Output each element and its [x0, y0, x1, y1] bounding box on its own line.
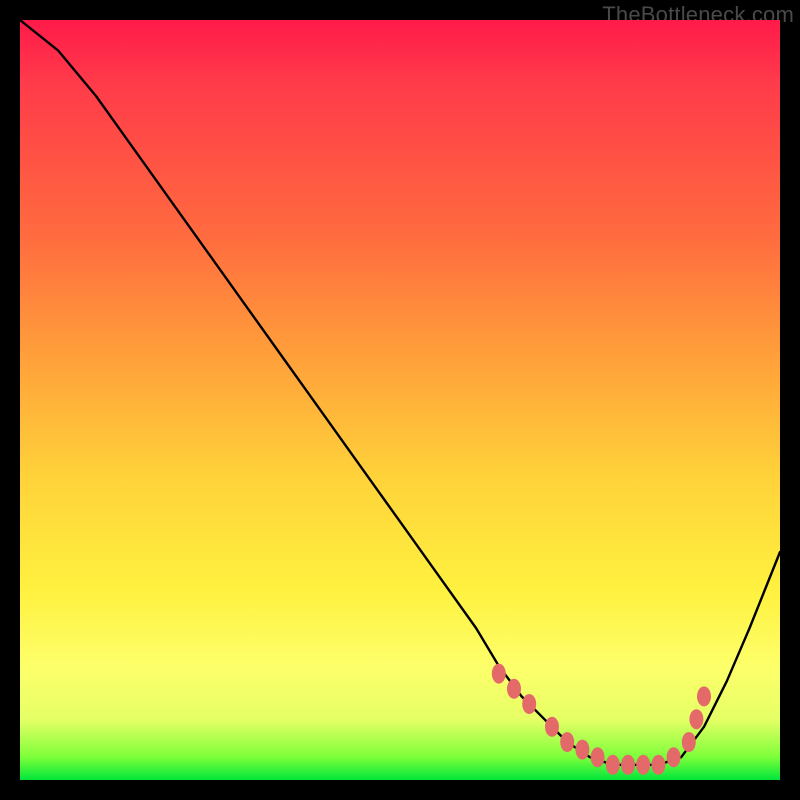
- marker-dot: [636, 755, 650, 775]
- marker-dot: [689, 709, 703, 729]
- marker-dot: [621, 755, 635, 775]
- chart-svg: [20, 20, 780, 780]
- marker-dot: [606, 755, 620, 775]
- marker-dot: [697, 686, 711, 706]
- marker-dot: [507, 679, 521, 699]
- chart-frame: TheBottleneck.com: [0, 0, 800, 800]
- marker-dot: [545, 717, 559, 737]
- marker-dot: [667, 747, 681, 767]
- marker-dot: [522, 694, 536, 714]
- marker-dot: [560, 732, 574, 752]
- marker-dot: [651, 755, 665, 775]
- marker-group: [492, 664, 711, 775]
- marker-dot: [682, 732, 696, 752]
- plot-area: [20, 20, 780, 780]
- marker-dot: [575, 740, 589, 760]
- marker-dot: [492, 664, 506, 684]
- marker-dot: [591, 747, 605, 767]
- performance-curve: [20, 20, 780, 765]
